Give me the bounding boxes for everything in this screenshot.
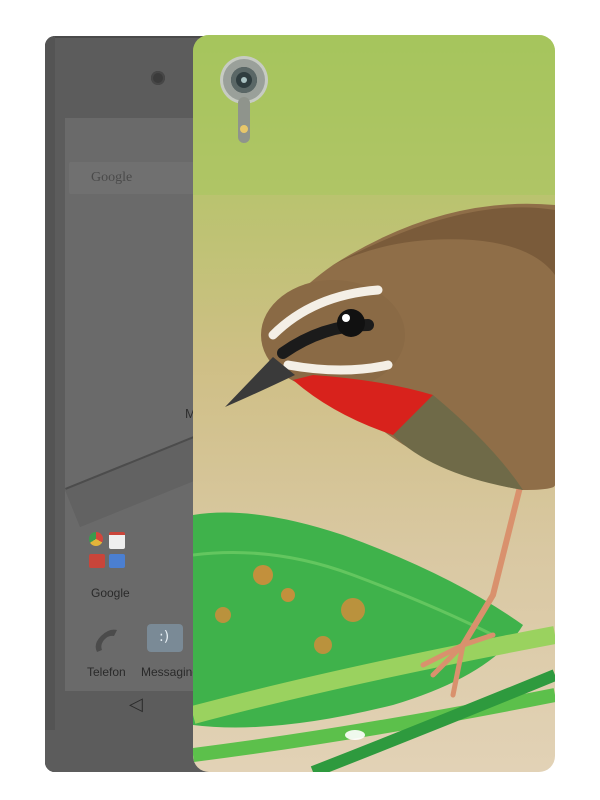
front-camera-icon — [151, 71, 165, 85]
leaf-spot — [281, 588, 295, 602]
gmail-icon — [109, 532, 125, 549]
lens-highlight — [241, 77, 247, 83]
google-plus-icon — [89, 554, 105, 568]
leaf-spot — [314, 636, 332, 654]
light-reflection — [345, 730, 365, 740]
google-maps-icon — [109, 554, 125, 568]
search-label: Google — [91, 170, 133, 185]
smiley-glyph: :) — [159, 629, 170, 645]
rear-camera-icon — [223, 59, 265, 101]
leaf-spot — [253, 565, 273, 585]
flash-strip — [238, 97, 250, 143]
app-label-telefon: Telefon — [87, 665, 126, 679]
phone-icon[interactable] — [87, 622, 127, 658]
app-label-messaging: Messaging — [141, 665, 200, 679]
phone-handset-icon — [95, 629, 117, 652]
nav-back-icon[interactable]: ◁ — [129, 694, 143, 715]
bird-eye-highlight — [342, 314, 350, 322]
leaf-spot — [215, 607, 231, 623]
app-label-google: Google — [91, 586, 130, 600]
bird-cheek-stripe — [283, 360, 393, 375]
leaf-spot — [341, 598, 365, 622]
messaging-icon[interactable]: :) — [147, 624, 187, 660]
google-apps-folder-icon[interactable] — [85, 528, 133, 576]
flash-icon — [240, 125, 248, 133]
bird-on-leaf-icon — [193, 35, 555, 772]
phone-case-back — [193, 35, 555, 772]
bird-eye — [337, 309, 365, 337]
chrome-icon — [89, 532, 103, 546]
